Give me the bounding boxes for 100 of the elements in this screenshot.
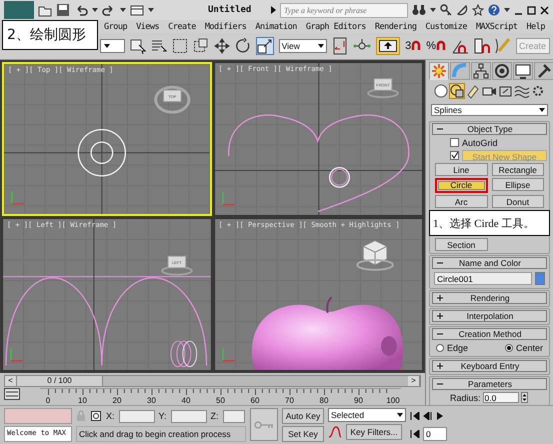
rotate-icon[interactable] xyxy=(234,38,251,54)
caret-icon[interactable] xyxy=(148,7,154,13)
category-dropdown[interactable]: Splines xyxy=(431,104,548,116)
pencil-icon[interactable] xyxy=(495,37,511,55)
dropdown-arrow-icon[interactable] xyxy=(396,411,404,419)
spinner-snap-icon[interactable] xyxy=(474,38,490,54)
menu-item[interactable]: Graph Editors xyxy=(306,22,366,32)
menu-item[interactable]: Customize xyxy=(425,22,467,32)
name-field[interactable]: Circle001 xyxy=(434,272,532,285)
maximize-icon[interactable] xyxy=(527,6,536,14)
save-icon[interactable] xyxy=(56,3,70,17)
select-by-name-icon[interactable] xyxy=(150,38,167,54)
scale-icon[interactable] xyxy=(256,37,274,55)
spinner-icon[interactable] xyxy=(520,392,528,403)
menu-item[interactable]: Create xyxy=(168,22,196,32)
go-to-start-icon[interactable] xyxy=(410,412,420,420)
menu-item[interactable]: Modifiers xyxy=(204,22,246,32)
category-button[interactable] xyxy=(433,83,449,99)
shape-type-button[interactable]: Line xyxy=(435,163,488,176)
key-mode-toggle-icon[interactable] xyxy=(410,430,420,438)
maxscript-listener-field[interactable] xyxy=(4,408,72,424)
dropdown-arrow-icon[interactable] xyxy=(317,42,326,50)
rollout-header[interactable]: Keyboard Entry xyxy=(432,360,547,372)
coil-wireframe-drawing[interactable] xyxy=(170,340,198,367)
color-swatch[interactable] xyxy=(535,272,545,285)
rollout-header[interactable]: Rendering xyxy=(432,292,547,304)
menu-item[interactable]: Help xyxy=(526,22,545,32)
menu-item[interactable]: Rendering xyxy=(374,22,416,32)
move-icon[interactable] xyxy=(214,38,230,54)
play-arrow-icon[interactable] xyxy=(271,6,276,14)
rectangle-selection-icon[interactable] xyxy=(172,38,188,54)
magnet-icon[interactable] xyxy=(411,40,422,50)
named-selection-field[interactable]: Create xyxy=(516,38,550,54)
circle-wireframe-drawing[interactable] xyxy=(78,128,126,177)
caret-icon[interactable] xyxy=(120,7,126,13)
rollout-header[interactable]: Creation Method xyxy=(432,328,547,340)
auto-key-button[interactable]: Auto Key xyxy=(282,408,324,424)
shape-type-button[interactable]: Ellipse xyxy=(492,178,544,191)
selection-filter-dropdown[interactable] xyxy=(100,39,125,53)
panel-tab[interactable] xyxy=(492,62,512,80)
radius-field[interactable]: 0.0 xyxy=(482,392,519,403)
y-coordinate-field[interactable] xyxy=(170,410,207,422)
apple-model-drawing[interactable] xyxy=(251,296,403,370)
magnet-icon[interactable] xyxy=(436,40,446,50)
category-button[interactable] xyxy=(449,83,466,99)
rollout-header[interactable]: Interpolation xyxy=(432,310,547,322)
rollout-header[interactable]: Object Type xyxy=(432,123,547,135)
x-coordinate-field[interactable] xyxy=(118,410,155,422)
window-crossing-icon[interactable] xyxy=(192,38,209,54)
radio-button[interactable] xyxy=(504,344,513,352)
dropdown-arrow-icon[interactable] xyxy=(538,106,546,114)
shape-type-button[interactable]: Arc xyxy=(435,195,488,208)
menu-item[interactable]: Animation xyxy=(255,22,297,32)
next-frame-button[interactable]: > xyxy=(408,376,420,386)
key-icon[interactable] xyxy=(440,4,452,16)
reference-coordinate-dropdown[interactable]: View xyxy=(278,39,328,53)
project-folder-icon[interactable] xyxy=(130,3,144,17)
curve-editor-icon[interactable] xyxy=(4,388,20,400)
selection-mode-icon[interactable] xyxy=(90,410,102,422)
checkbox[interactable] xyxy=(450,138,459,147)
shape-type-button[interactable]: Donut xyxy=(492,195,544,208)
star-icon[interactable] xyxy=(472,4,484,16)
key-mode-dropdown[interactable]: Selected xyxy=(328,408,406,422)
panel-tab[interactable] xyxy=(471,62,491,80)
caret-icon[interactable] xyxy=(430,7,436,13)
panel-tab[interactable] xyxy=(534,62,553,80)
shape-type-button[interactable]: Circle xyxy=(438,181,484,190)
view-cube[interactable] xyxy=(356,239,394,270)
select-object-icon[interactable] xyxy=(130,38,146,54)
caret-icon[interactable] xyxy=(504,7,510,13)
menu-item[interactable]: MAXScript xyxy=(476,22,518,32)
previous-frame-button[interactable]: < xyxy=(5,376,17,386)
previous-key-icon[interactable] xyxy=(423,412,433,420)
category-button[interactable] xyxy=(465,83,482,99)
search-field[interactable]: Type a keyword or phrase xyxy=(280,2,408,18)
keyboard-shortcut-toggle[interactable] xyxy=(376,37,400,55)
angle-snap-icon[interactable] xyxy=(451,38,469,54)
shape-type-button[interactable]: Section xyxy=(435,238,488,251)
binoculars-icon[interactable] xyxy=(412,4,426,16)
play-icon[interactable] xyxy=(436,412,444,420)
key-filters-button[interactable]: Key Filters... xyxy=(346,424,402,440)
set-key-button[interactable]: Set Key xyxy=(282,426,324,442)
time-slider[interactable]: < 0 / 100 > xyxy=(4,374,421,386)
menu-item[interactable]: Group xyxy=(104,22,128,32)
rollout-header[interactable]: Name and Color xyxy=(432,257,547,269)
panel-tab[interactable] xyxy=(513,62,533,80)
current-frame-field[interactable]: 0 xyxy=(423,427,447,441)
dropdown-arrow-icon[interactable] xyxy=(103,42,111,50)
rollout-header[interactable]: Parameters xyxy=(432,378,547,390)
z-coordinate-field[interactable] xyxy=(222,410,245,422)
time-slider-thumb[interactable]: 0 / 100 xyxy=(17,376,103,386)
help-icon[interactable] xyxy=(488,4,500,16)
shape-type-button[interactable]: Rectangle xyxy=(492,163,544,176)
pivot-icon[interactable] xyxy=(332,37,348,55)
category-button[interactable] xyxy=(514,83,530,99)
menu-item[interactable]: Views xyxy=(136,22,160,32)
checkbox[interactable] xyxy=(450,151,459,160)
tangent-curve-icon[interactable] xyxy=(328,425,342,439)
caret-icon[interactable] xyxy=(92,7,98,13)
radio-button[interactable] xyxy=(436,344,444,352)
